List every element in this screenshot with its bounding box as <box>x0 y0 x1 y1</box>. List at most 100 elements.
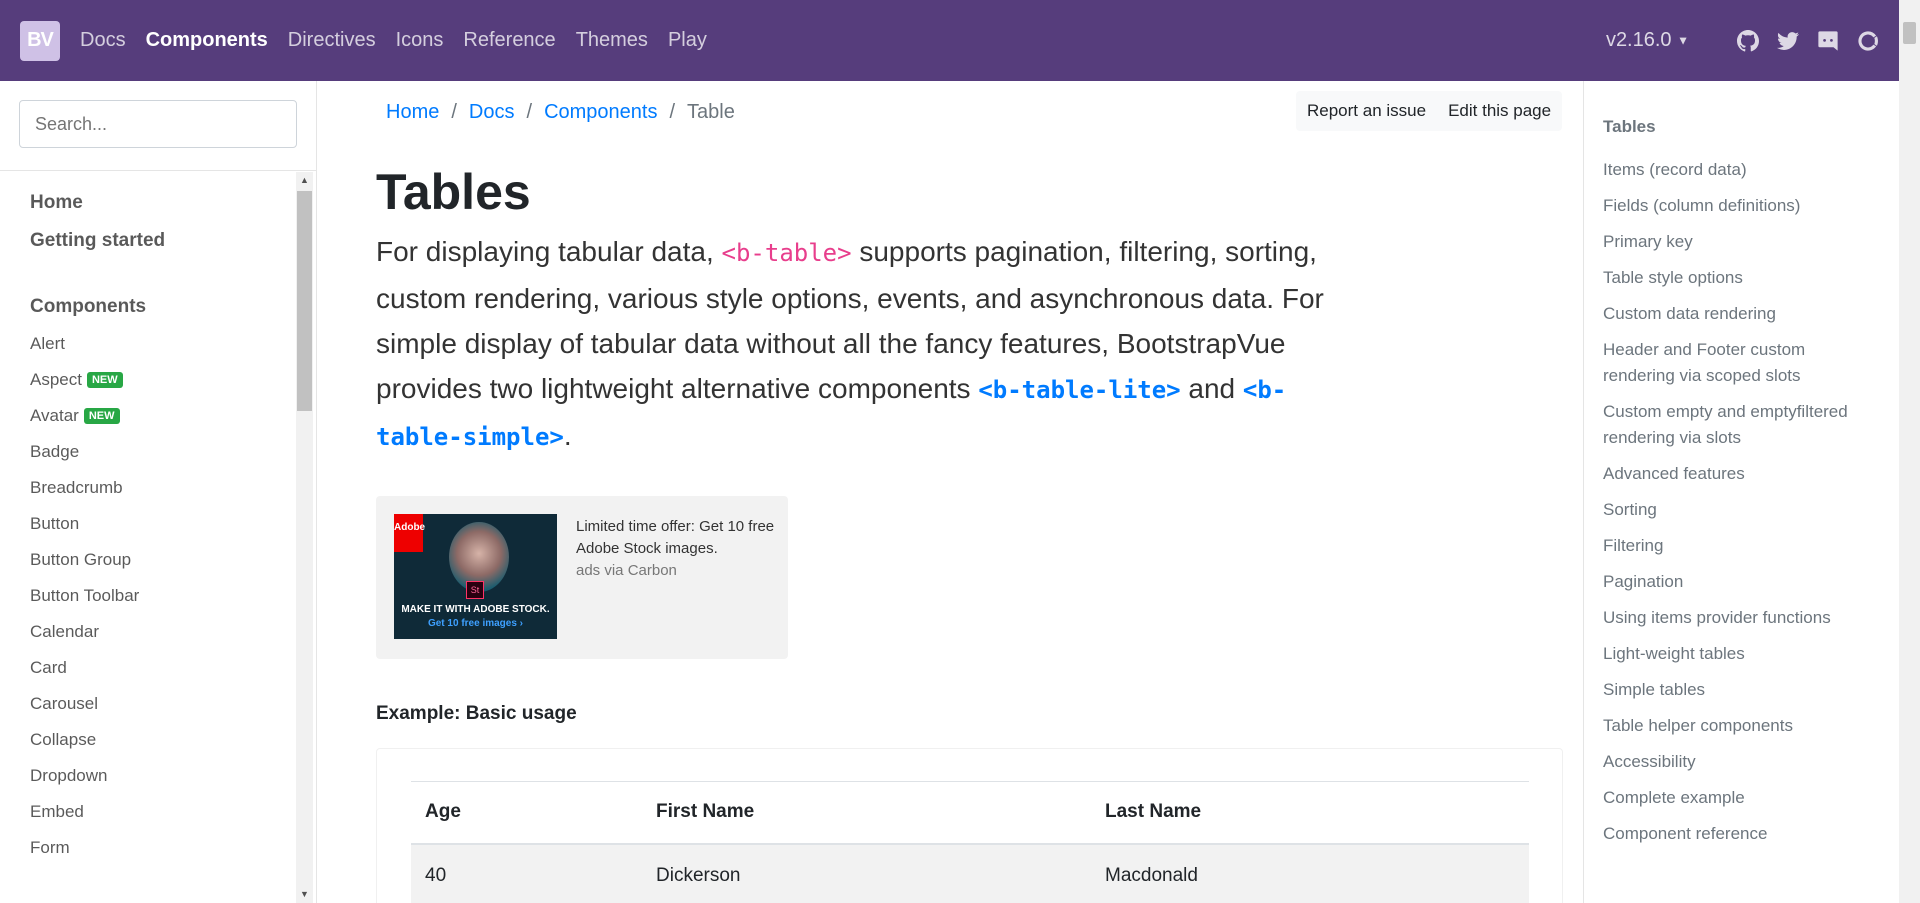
page-scrollbar-thumb[interactable] <box>1903 22 1916 44</box>
brand-logo[interactable]: BV <box>20 20 60 61</box>
report-issue-button[interactable]: Report an issue <box>1296 91 1437 131</box>
toc-item[interactable]: Accessibility <box>1603 749 1879 775</box>
nav-link-themes[interactable]: Themes <box>576 29 648 52</box>
sidebar-item-label: Alert <box>30 334 65 353</box>
twitter-icon[interactable] <box>1777 30 1799 52</box>
sidebar-item-calendar[interactable]: Calendar <box>30 622 296 642</box>
inline-code: <b-table> <box>721 239 852 267</box>
lead-text: . <box>563 420 572 451</box>
version-dropdown[interactable]: v2.16.0 ▼ <box>1606 29 1689 52</box>
toc-item[interactable]: Table helper components <box>1603 713 1879 739</box>
sidebar-item-label: Button <box>30 514 80 533</box>
sidebar-item-button-toolbar[interactable]: Button Toolbar <box>30 586 296 606</box>
toc-item[interactable]: Custom empty and emptyfiltered rendering… <box>1603 399 1879 451</box>
example-table: Age First Name Last Name 40 Dickerson Ma… <box>411 781 1529 903</box>
discord-icon[interactable] <box>1817 30 1839 52</box>
breadcrumb-docs[interactable]: Docs <box>469 101 515 124</box>
table-cell: Dickerson <box>642 843 1091 903</box>
scroll-up-arrow-icon[interactable]: ▲ <box>296 172 313 189</box>
sidebar-item-aspect[interactable]: Aspect NEW <box>30 370 296 390</box>
top-navbar: BV Docs Components Directives Icons Refe… <box>0 0 1899 81</box>
table-cell: Macdonald <box>1091 843 1529 903</box>
toc-item[interactable]: Sorting <box>1603 497 1879 523</box>
table-row: 40 Dickerson Macdonald <box>411 843 1529 903</box>
github-icon[interactable] <box>1737 29 1759 52</box>
sidebar-item-label: Aspect <box>30 370 82 389</box>
nav-link-icons[interactable]: Icons <box>396 29 444 52</box>
nav-right: v2.16.0 ▼ <box>1606 29 1879 52</box>
toc-item[interactable]: Light-weight tables <box>1603 641 1879 667</box>
page-scrollbar[interactable] <box>1899 0 1920 903</box>
sidebar-scrollbar[interactable]: ▲ ▼ <box>296 172 313 903</box>
page-actions: Report an issue Edit this page <box>1296 91 1563 131</box>
sidebar-item-dropdown[interactable]: Dropdown <box>30 766 296 786</box>
new-badge: NEW <box>83 408 120 424</box>
search-wrap <box>0 81 316 171</box>
toc-item[interactable]: Items (record data) <box>1603 157 1879 183</box>
nav-link-reference[interactable]: Reference <box>463 29 555 52</box>
sidebar-item-getting-started[interactable]: Getting started <box>30 230 296 252</box>
breadcrumb-components[interactable]: Components <box>544 101 657 124</box>
nav-links: Docs Components Directives Icons Referen… <box>80 29 727 52</box>
example-box: Age First Name Last Name 40 Dickerson Ma… <box>376 748 1563 903</box>
b-table-lite-link[interactable]: <b-table-lite> <box>978 376 1180 404</box>
toc-title[interactable]: Tables <box>1603 117 1879 137</box>
toc-item[interactable]: Header and Footer custom rendering via s… <box>1603 337 1879 389</box>
sidebar-item-breadcrumb[interactable]: Breadcrumb <box>30 478 296 498</box>
adobe-stock-icon: St <box>466 581 484 599</box>
nav-link-directives[interactable]: Directives <box>288 29 376 52</box>
sidebar-item-embed[interactable]: Embed <box>30 802 296 822</box>
ad-tagline: MAKE IT WITH ADOBE STOCK. <box>401 604 550 615</box>
ad-via-link[interactable]: ads via Carbon <box>576 560 776 582</box>
carbon-ad: Adobe St MAKE IT WITH ADOBE STOCK. Get 1… <box>376 496 788 659</box>
toc-item[interactable]: Table style options <box>1603 265 1879 291</box>
caret-down-icon: ▼ <box>1677 33 1689 48</box>
column-header-first-name: First Name <box>642 781 1091 845</box>
sidebar-item-collapse[interactable]: Collapse <box>30 730 296 750</box>
sidebar-item-avatar[interactable]: Avatar NEW <box>30 406 296 426</box>
sidebar-group-components[interactable]: Components <box>30 296 296 318</box>
nav-link-play[interactable]: Play <box>668 29 707 52</box>
sidebar-item-badge[interactable]: Badge <box>30 442 296 462</box>
sidebar-item-home[interactable]: Home <box>30 192 296 214</box>
toc-item[interactable]: Advanced features <box>1603 461 1879 487</box>
toc-item[interactable]: Pagination <box>1603 569 1879 595</box>
toc-item[interactable]: Filtering <box>1603 533 1879 559</box>
sidebar-item-label: Calendar <box>30 622 99 641</box>
ad-image[interactable]: Adobe St MAKE IT WITH ADOBE STOCK. Get 1… <box>394 514 557 639</box>
ad-text-block: Limited time offer: Get 10 free Adobe St… <box>576 516 776 582</box>
ad-text[interactable]: Limited time offer: Get 10 free Adobe St… <box>576 516 776 560</box>
toc-item[interactable]: Simple tables <box>1603 677 1879 703</box>
column-header-last-name: Last Name <box>1091 781 1529 845</box>
toc-item[interactable]: Custom data rendering <box>1603 301 1879 327</box>
sidebar-item-label: Breadcrumb <box>30 478 123 497</box>
lead-text: For displaying tabular data, <box>376 236 722 267</box>
toc-item[interactable]: Primary key <box>1603 229 1879 255</box>
nav-link-docs[interactable]: Docs <box>80 29 126 52</box>
table-cell: 40 <box>411 843 642 903</box>
search-input[interactable] <box>19 100 297 148</box>
opencollective-icon[interactable] <box>1857 30 1879 52</box>
sidebar-nav: Home Getting started Components Alert As… <box>0 172 296 903</box>
sidebar-item-form[interactable]: Form <box>30 838 296 858</box>
toc-item[interactable]: Using items provider functions <box>1603 605 1879 631</box>
sidebar-item-label: Embed <box>30 802 84 821</box>
sidebar-item-button[interactable]: Button <box>30 514 296 534</box>
table-header-row: Age First Name Last Name <box>411 781 1529 845</box>
scrollbar-thumb[interactable] <box>297 191 312 411</box>
breadcrumb-home[interactable]: Home <box>386 101 439 124</box>
toc-item[interactable]: Fields (column definitions) <box>1603 193 1879 219</box>
sidebar-item-alert[interactable]: Alert <box>30 334 296 354</box>
table-of-contents: Tables Items (record data) Fields (colum… <box>1583 81 1899 903</box>
scroll-down-arrow-icon[interactable]: ▼ <box>296 886 313 903</box>
sidebar-item-label: Badge <box>30 442 80 461</box>
toc-item[interactable]: Complete example <box>1603 785 1879 811</box>
nav-link-components[interactable]: Components <box>146 29 268 52</box>
edit-page-button[interactable]: Edit this page <box>1437 91 1562 131</box>
sidebar-item-button-group[interactable]: Button Group <box>30 550 296 570</box>
sidebar-item-card[interactable]: Card <box>30 658 296 678</box>
toc-item[interactable]: Component reference <box>1603 821 1879 847</box>
column-header-age: Age <box>411 781 642 845</box>
sidebar-item-carousel[interactable]: Carousel <box>30 694 296 714</box>
